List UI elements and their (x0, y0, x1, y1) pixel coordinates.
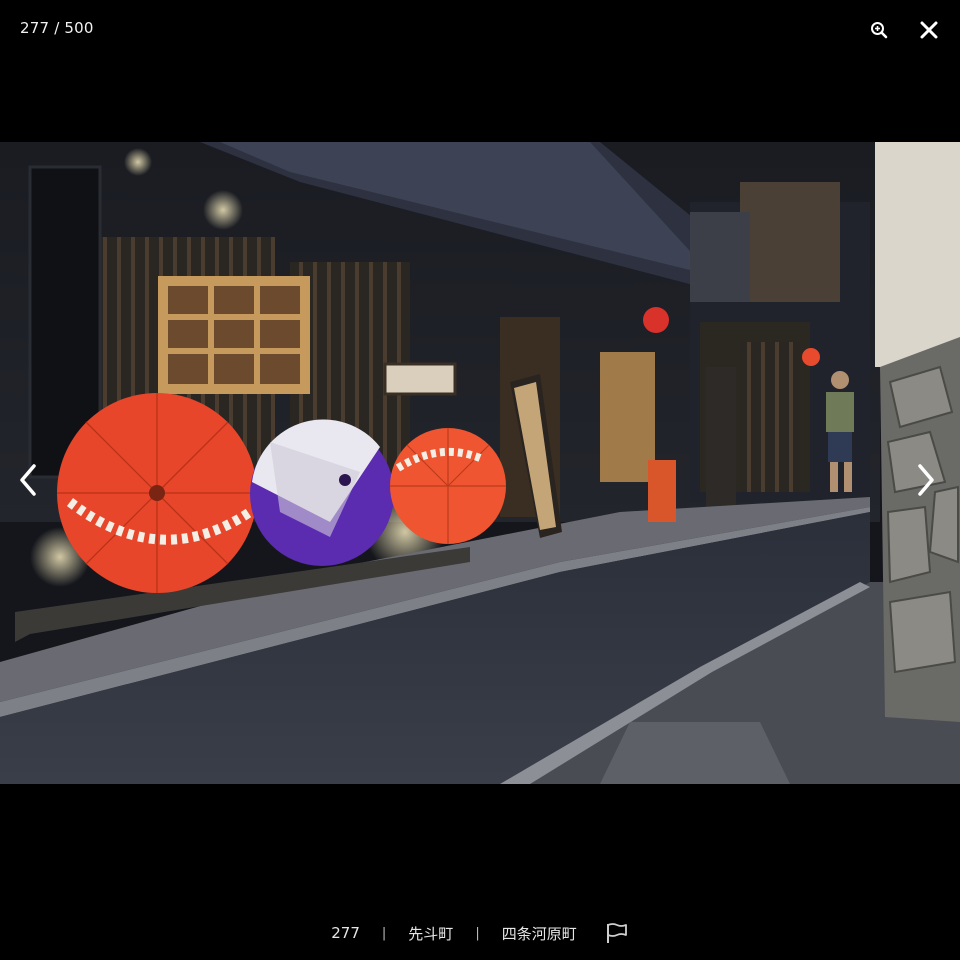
parasol-purple (250, 419, 394, 566)
parasol-red-small (390, 428, 506, 544)
caption-number: 277 (331, 924, 360, 942)
previous-image-button[interactable] (10, 462, 46, 498)
close-icon (920, 21, 938, 39)
parasol-red-large (57, 393, 257, 593)
caption-area-link[interactable]: 四条河原町 (502, 923, 577, 944)
caption-separator: | (475, 925, 480, 941)
flag-icon (606, 923, 627, 943)
image-counter: 277 / 500 (20, 19, 94, 37)
close-button[interactable] (915, 16, 943, 44)
report-button[interactable] (605, 922, 629, 944)
caption-separator: | (381, 925, 387, 941)
chevron-right-icon (918, 464, 934, 496)
zoom-in-icon (871, 22, 888, 39)
next-image-button[interactable] (908, 462, 944, 498)
caption-location-link[interactable]: 先斗町 (408, 923, 453, 944)
image-caption: 277 | 先斗町 | 四条河原町 (0, 918, 960, 948)
photo (0, 142, 960, 784)
zoom-button[interactable] (865, 16, 893, 44)
lightbox-viewer: 277 / 500 277 | 先斗町 | 四条河原町 (0, 0, 960, 960)
chevron-left-icon (20, 464, 36, 496)
